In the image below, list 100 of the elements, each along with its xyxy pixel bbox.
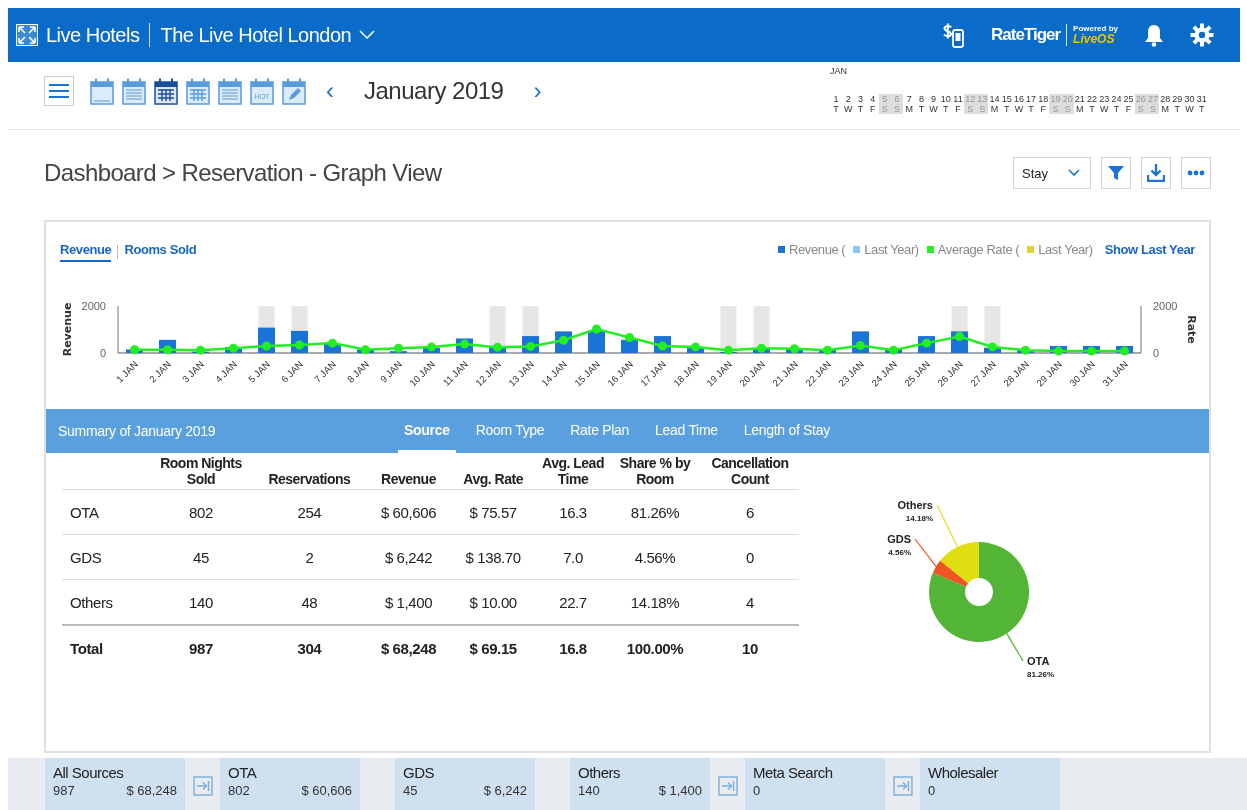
chart-tab[interactable]: Revenue	[60, 242, 112, 262]
axis-tick-label: 9 JAN	[377, 358, 404, 385]
table-cell: 6	[701, 489, 799, 535]
table-cell: 4	[701, 579, 799, 625]
legend-label: Average Rate	[937, 242, 1013, 257]
link-icon[interactable]	[892, 776, 913, 796]
axis-tick-label: 13 JAN	[506, 358, 536, 389]
card-count: 987	[53, 783, 75, 798]
axis-tick-label: 15 JAN	[572, 358, 602, 389]
table-cell: 22.7	[537, 579, 609, 625]
calendar-day[interactable]: 24 T	[1110, 94, 1123, 114]
table-cell: 81.26%	[609, 489, 701, 535]
calendar-grid-button[interactable]	[154, 77, 178, 105]
source-card[interactable]: Wholesaler 0	[920, 758, 1060, 810]
axis-tick-label: 18 JAN	[671, 358, 701, 389]
slice-label: GDS	[887, 533, 911, 545]
table-cell: $ 138.70	[449, 534, 537, 580]
download-button[interactable]	[1141, 157, 1171, 189]
column-header: Avg. Rate	[449, 453, 537, 490]
calendar-day[interactable]: 28 M	[1159, 94, 1172, 114]
calendar-day[interactable]: 23 W	[1098, 94, 1111, 114]
mode-select[interactable]: Stay	[1013, 157, 1091, 189]
axis-tick-label: 17 JAN	[638, 358, 668, 389]
rate-point	[262, 341, 271, 351]
source-card[interactable]: Others 140 $ 1,400	[570, 758, 710, 810]
source-card[interactable]: OTA 802 $ 60,606	[220, 758, 360, 810]
calendar-day[interactable]: 30 W	[1183, 94, 1196, 114]
table-cell: Total	[62, 625, 151, 670]
rate-point	[757, 343, 766, 353]
link-icon[interactable]	[192, 776, 213, 796]
more-button[interactable]	[1181, 157, 1211, 189]
calendar-day[interactable]: 29 T	[1171, 94, 1184, 114]
calendar-day[interactable]: 9 W	[927, 94, 940, 114]
calendar-day[interactable]: 31 T	[1195, 94, 1208, 114]
axis-tick-label: 2 JAN	[146, 358, 173, 385]
money-phone-icon[interactable]	[943, 22, 965, 48]
calendar-day[interactable]: 7 M	[903, 94, 916, 114]
axis-tick-label: 5 JAN	[245, 358, 272, 385]
calendar-day[interactable]: 3 T	[854, 94, 867, 114]
table-cell: 48	[251, 579, 368, 625]
chart-tab[interactable]: Rooms Sold	[124, 242, 197, 262]
slice-label: Others	[897, 499, 933, 511]
show-last-year-link[interactable]: Show Last Year	[1104, 242, 1195, 257]
expand-icon[interactable]	[16, 24, 38, 46]
table-cell: $ 1,400	[367, 579, 450, 625]
calendar-day[interactable]: 25 F	[1122, 94, 1135, 114]
axis-tick-label: 0	[1153, 347, 1160, 359]
link-icon[interactable]	[717, 776, 738, 796]
axis-tick-label: 14 JAN	[539, 358, 569, 389]
axis-tick-label: 31 JAN	[1100, 358, 1130, 389]
calendar-day[interactable]: 17 T	[1025, 94, 1038, 114]
card-amount: $ 60,606	[301, 783, 352, 798]
rate-point	[889, 345, 898, 355]
axis-tick-label: 7 JAN	[311, 358, 338, 385]
table-cell: $ 6,242	[367, 534, 450, 580]
calendar-day[interactable]: 22 T	[1085, 94, 1099, 114]
next-button[interactable]: ›	[521, 79, 554, 103]
source-card[interactable]: GDS 45 $ 6,242	[395, 758, 535, 810]
card-title: GDS	[403, 764, 435, 781]
calendar-day[interactable]: 18 F	[1037, 94, 1050, 114]
menu-button[interactable]	[44, 76, 74, 106]
calendar-day[interactable]: 8 T	[915, 94, 928, 114]
source-card[interactable]: Meta Search 0	[745, 758, 885, 810]
calendar-day[interactable]: 15 T	[1000, 94, 1013, 114]
table-cell: 254	[251, 489, 368, 535]
calendar-button[interactable]	[90, 77, 114, 105]
axis-tick-label: 28 JAN	[1001, 358, 1031, 389]
bell-icon[interactable]	[1144, 23, 1164, 47]
card-amount: $ 1,400	[658, 783, 702, 798]
calendar-day[interactable]: 21 M	[1073, 94, 1086, 114]
calendar-list-button[interactable]	[122, 77, 146, 105]
previous-button[interactable]: ‹	[314, 79, 346, 103]
calendar-day[interactable]: 16 W	[1012, 94, 1025, 114]
table-cell: OTA	[62, 489, 151, 535]
calendar-edit-button[interactable]	[282, 77, 306, 105]
column-header: Reservations	[251, 453, 368, 490]
more-icon	[1187, 170, 1205, 176]
card-title: OTA	[228, 764, 258, 781]
source-card[interactable]: All Sources 987 $ 68,248	[45, 758, 185, 810]
column-header: Room Nights Sold	[151, 453, 251, 490]
table-cell: 2	[251, 534, 368, 580]
rate-point	[163, 345, 172, 355]
calendar-day[interactable]: 10 T	[939, 94, 952, 114]
calendar-day[interactable]: 14 M	[988, 94, 1001, 114]
calendar-day[interactable]: 1 T	[830, 94, 843, 114]
rate-point	[328, 338, 337, 348]
table-cell: $ 68,248	[367, 625, 450, 670]
calendar-day[interactable]: 2 W	[842, 94, 855, 114]
settings-icon[interactable]	[1190, 23, 1214, 47]
rate-point	[295, 340, 304, 350]
table-cell: 0	[701, 534, 799, 580]
table-cell: Others	[62, 579, 151, 625]
calendar-day[interactable]: 4 F	[866, 94, 879, 114]
calendar-day[interactable]: 11 F	[951, 94, 965, 114]
calendar-list-button[interactable]	[218, 77, 242, 105]
axis-tick-label: 26 JAN	[935, 358, 965, 389]
rate-point	[724, 345, 733, 355]
legend-label: Revenue	[789, 242, 839, 257]
hotel-selector[interactable]: The Live Hotel London	[160, 23, 376, 47]
filter-button[interactable]	[1101, 157, 1131, 189]
